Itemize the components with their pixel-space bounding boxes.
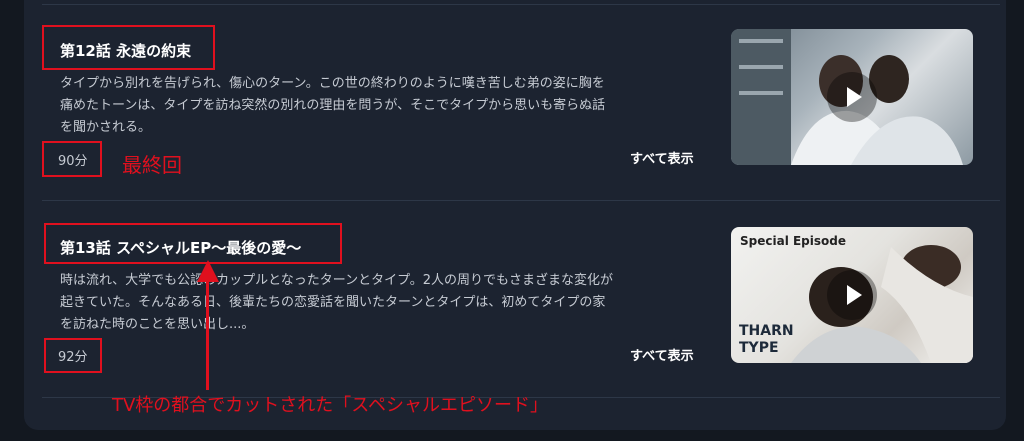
- highlight-box-title: [42, 25, 215, 70]
- annotation-arrow: [206, 278, 209, 390]
- episode-description: タイプから別れを告げられ、傷心のターン。この世の終わりのように嘆き苦しむ弟の姿に…: [60, 73, 710, 139]
- final-episode-label: 最終回: [122, 153, 182, 177]
- description-line: を訪ねた時のことを思い出し...。: [60, 317, 255, 332]
- description-line: 起きていた。そんなある日、後輩たちの恋愛話を聞いたターンとタイプは、初めてタイプ…: [60, 295, 606, 310]
- description-line: タイプから別れを告げられ、傷心のターン。この世の終わりのように嘆き苦しむ弟の姿に…: [60, 76, 605, 91]
- episode-description: 時は流れ、大学でも公認のカップルとなったターンとタイプ。2人の周りでもさまざまな…: [60, 270, 710, 336]
- cut-episode-note: TV枠の都合でカットされた「スペシャルエピソード」: [112, 395, 549, 416]
- description-line: 時は流れ、大学でも公認のカップルとなったターンとタイプ。2人の周りでもさまざまな…: [60, 273, 613, 288]
- episode-thumbnail[interactable]: Special Episode THARN TYPE: [731, 227, 973, 363]
- highlight-box-duration: [44, 338, 102, 373]
- description-line: を聞かされる。: [60, 120, 152, 135]
- description-line: 痛めたトーンは、タイプを訪ね突然の別れの理由を問うが、そこでタイプから思いも寄ら…: [60, 98, 606, 113]
- divider: [42, 200, 1000, 201]
- series-logo-line2: TYPE: [739, 340, 779, 356]
- play-icon[interactable]: [827, 72, 877, 122]
- divider: [42, 4, 1000, 5]
- show-all-link[interactable]: すべて表示: [630, 148, 694, 167]
- episode-thumbnail[interactable]: [731, 29, 973, 165]
- highlight-box-title: [44, 223, 342, 264]
- series-logo-line1: THARN: [739, 323, 794, 339]
- play-icon[interactable]: [827, 270, 877, 320]
- highlight-box-duration: [42, 141, 102, 177]
- show-all-link[interactable]: すべて表示: [630, 345, 694, 364]
- special-episode-label: Special Episode: [740, 234, 847, 248]
